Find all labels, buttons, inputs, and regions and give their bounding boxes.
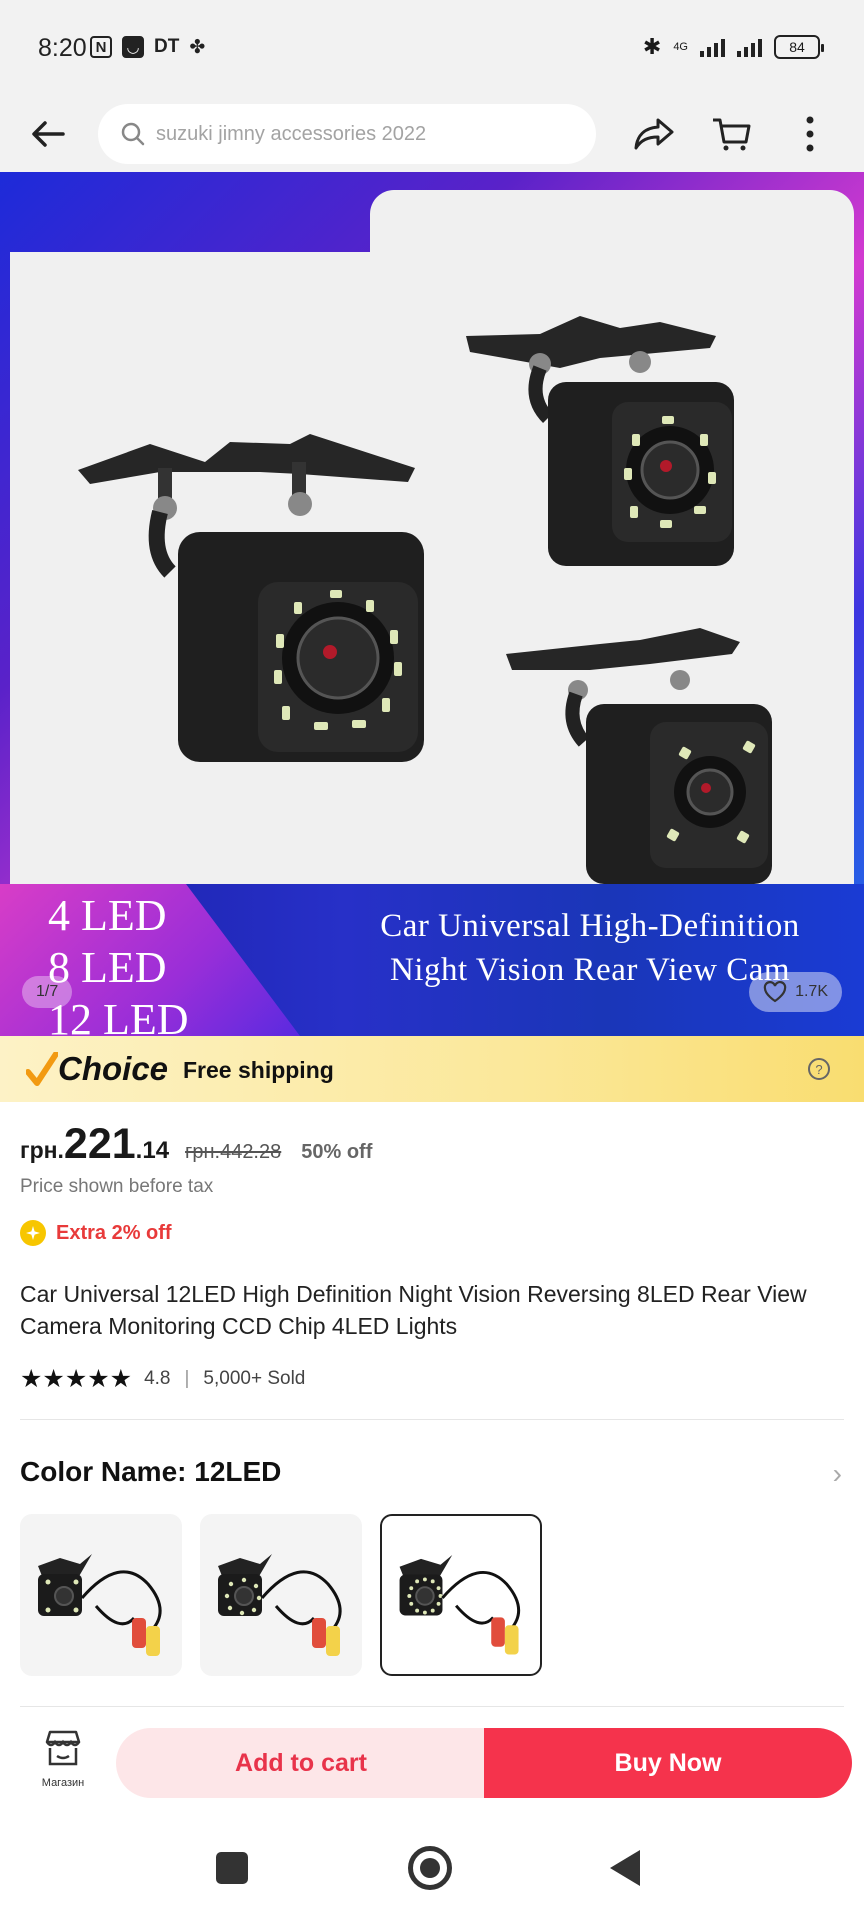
store-button[interactable]: Магазин (28, 1728, 98, 1789)
likes-count: 1.7K (795, 983, 828, 1000)
share-icon (634, 118, 674, 150)
discount-label: 50% off (301, 1141, 373, 1163)
network-type: 4G (673, 41, 688, 53)
variant-swatch-12led[interactable] (380, 1514, 542, 1676)
back-triangle-icon[interactable] (610, 1850, 640, 1886)
camera-product-image (78, 316, 772, 884)
back-button[interactable] (18, 104, 78, 164)
divider (20, 1706, 844, 1707)
search-icon (121, 122, 145, 146)
hero-banner: 4 LED 8 LED 12 LED Car Universal High-De… (0, 884, 864, 1036)
rating-separator: | (184, 1368, 190, 1389)
image-pager: 1/7 (22, 976, 73, 1008)
signal-icon-2 (737, 37, 762, 57)
bluetooth-icon: ✱ (642, 34, 662, 59)
led-option: 4 LED (48, 891, 167, 940)
share-button[interactable] (624, 104, 684, 164)
cart-icon (713, 118, 751, 151)
camera-4led (506, 628, 772, 884)
product-page: 8:20 N ◡ DT ✤ ✱ 4G 84 suzuki jimny acces… (0, 0, 864, 1920)
choice-check-icon (26, 1052, 58, 1086)
dt-icon: DT (154, 36, 180, 57)
variant-label: Color Name: 12LED (20, 1456, 282, 1487)
home-icon[interactable] (408, 1846, 452, 1890)
nfc-icon: N (90, 36, 112, 58)
extra-discount[interactable]: Extra 2% off (20, 1220, 172, 1246)
camera-8led (466, 316, 734, 566)
variant-swatches (20, 1514, 542, 1676)
camera-thumbnail (218, 1554, 342, 1656)
back-arrow-icon (32, 121, 65, 147)
clock: 8:20 (38, 34, 87, 62)
clover-icon: ✤ (189, 36, 206, 58)
more-button[interactable] (780, 104, 840, 164)
more-vertical-icon (806, 116, 814, 152)
rating-value: 4.8 (144, 1368, 171, 1389)
store-icon (45, 1730, 81, 1766)
notification-icons: N ◡ DT ✤ (90, 36, 205, 58)
bottom-action-bar: Магазин Add to cart Buy Now (0, 1708, 864, 1816)
product-title: Car Universal 12LED High Definition Nigh… (20, 1281, 807, 1339)
original-price: грн.442.28 (185, 1141, 282, 1163)
star-rating-icon: ★★★★★ (20, 1365, 133, 1393)
rating-row[interactable]: ★★★★★ 4.8 | 5,000+ Sold (20, 1364, 305, 1394)
price-integer: 221 (63, 1120, 136, 1168)
search-input[interactable] (156, 122, 576, 146)
shopping-bag-icon: ◡ (122, 36, 144, 58)
tax-note: Price shown before tax (20, 1176, 214, 1197)
system-nav-bar (0, 1816, 864, 1920)
wishlist-button[interactable]: 1.7K (749, 972, 842, 1012)
heart-icon (763, 981, 787, 1003)
system-icons: ✱ 4G 84 (642, 34, 824, 60)
top-toolbar (0, 96, 864, 172)
coin-icon (20, 1220, 46, 1246)
buy-now-button[interactable]: Buy Now (484, 1728, 852, 1798)
price-currency: грн. (20, 1137, 64, 1163)
camera-thumbnail (399, 1555, 521, 1655)
choice-banner[interactable]: Choice Free shipping ? (0, 1036, 864, 1102)
extra-discount-label: Extra 2% off (56, 1221, 172, 1244)
signal-icon (700, 37, 725, 57)
search-bar[interactable] (98, 104, 596, 164)
chevron-right-icon[interactable]: › (833, 1458, 842, 1490)
variant-swatch-4led[interactable] (20, 1514, 182, 1676)
price-row: грн. 221 .14 грн.442.28 50% off (20, 1120, 372, 1169)
led-options-list: 4 LED 8 LED 12 LED (48, 890, 189, 1036)
status-bar: 8:20 N ◡ DT ✤ ✱ 4G 84 (0, 0, 864, 96)
camera-thumbnail (38, 1554, 162, 1656)
help-icon[interactable]: ? (808, 1058, 830, 1080)
caption-line-1: Car Universal High-Definition (380, 908, 800, 944)
cart-button[interactable] (702, 104, 762, 164)
choice-brand: Choice (58, 1050, 169, 1087)
price-decimal: .14 (135, 1137, 170, 1164)
camera-12led (78, 434, 424, 762)
store-label: Магазин (41, 1777, 85, 1789)
recent-apps-icon[interactable] (216, 1852, 248, 1884)
variant-swatch-8led[interactable] (200, 1514, 362, 1676)
battery-icon: 84 (774, 35, 824, 59)
divider (20, 1419, 844, 1420)
add-to-cart-button[interactable]: Add to cart (116, 1728, 486, 1798)
free-shipping-label: Free shipping (183, 1057, 334, 1083)
product-image-gallery[interactable]: 4 LED 8 LED 12 LED Car Universal High-De… (0, 172, 864, 1036)
sold-count: 5,000+ Sold (203, 1368, 306, 1389)
